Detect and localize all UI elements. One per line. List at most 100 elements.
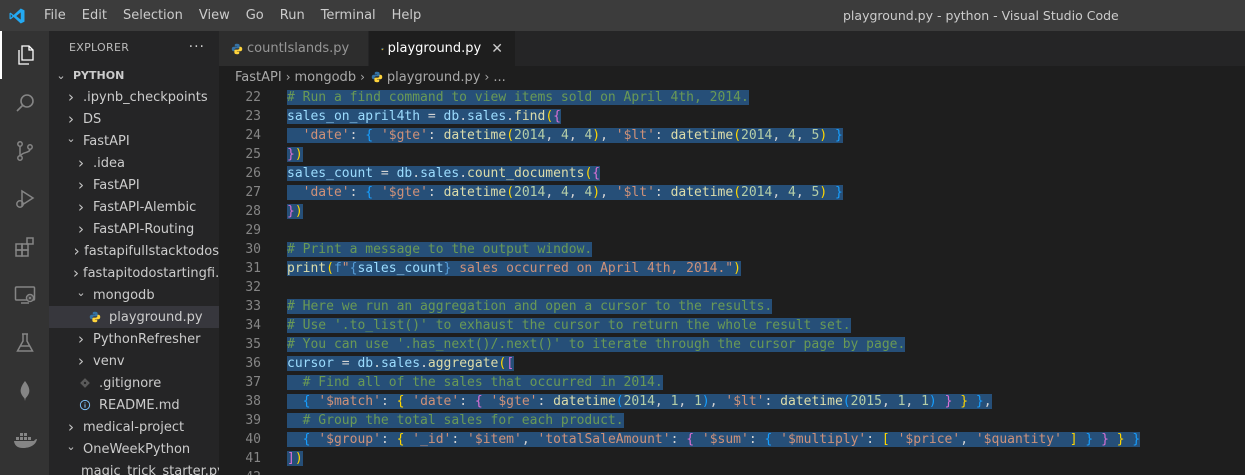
code-token: }	[287, 147, 295, 162]
menu-item-terminal[interactable]: Terminal	[313, 0, 384, 31]
tree-item-fastapifullstacktodos[interactable]: › fastapifullstacktodos	[49, 240, 219, 262]
testing-icon[interactable]	[0, 319, 49, 367]
chevron-right-icon: ›	[73, 242, 80, 260]
code-line[interactable]: 42	[219, 468, 1245, 475]
code-line[interactable]: 30 # Print a message to the output window…	[219, 240, 1245, 259]
code-token: :	[349, 185, 366, 200]
code-text: # You can use '.has_next()/.next()' to i…	[287, 335, 906, 354]
code-text: { '$group': { '_id': '$item', 'totalSale…	[287, 430, 1141, 449]
code-line[interactable]: 25})	[219, 145, 1245, 164]
tree-item-label: FastAPI	[93, 177, 140, 193]
tree-item-ipynb-checkpoints[interactable]: › .ipynb_checkpoints	[49, 86, 219, 108]
tree-item-idea[interactable]: › .idea	[49, 152, 219, 174]
code-token: (	[842, 394, 851, 409]
more-actions-icon[interactable]: ···	[189, 39, 205, 55]
source-control-icon[interactable]	[0, 127, 49, 175]
tree-item-medical-project[interactable]: › medical-project	[49, 416, 219, 438]
code-token: )	[701, 394, 710, 409]
tab-countislands[interactable]: countIslands.py	[219, 31, 369, 66]
code-token: ,	[521, 432, 538, 447]
run-debug-icon[interactable]	[0, 175, 49, 223]
code-token: sales_on_april4th	[287, 109, 421, 124]
tree-item-label: mongodb	[93, 287, 155, 303]
workspace-root-python[interactable]: ⌄ PYTHON	[49, 64, 219, 86]
code-token: {	[365, 128, 374, 143]
chevron-right-icon: ›	[78, 198, 84, 216]
breadcrumb-item-fastapi[interactable]: FastAPI	[235, 70, 282, 85]
close-icon[interactable]: ✕	[491, 41, 503, 57]
docker-icon[interactable]	[0, 415, 49, 463]
tree-item-gitignore[interactable]: .gitignore	[49, 372, 219, 394]
editor-tab-bar: countIslands.py playground.py ✕	[219, 31, 1245, 66]
code-line[interactable]: 26 sales_count = db.sales.count_documents…	[219, 164, 1245, 183]
code-token: (	[615, 394, 624, 409]
tab-playground[interactable]: playground.py ✕	[369, 31, 516, 66]
code-token: :	[670, 432, 687, 447]
line-number: 22	[245, 90, 261, 105]
code-token: 4	[560, 185, 569, 200]
tree-item-magic-trick-starter-py[interactable]: magic_trick_starter.py	[49, 460, 219, 475]
code-token: =	[373, 166, 397, 181]
code-token: ,	[905, 394, 922, 409]
tree-item-readme-md[interactable]: README.md	[49, 394, 219, 416]
mongodb-icon[interactable]	[0, 367, 49, 415]
code-text: print(f"{sales_count} sales occurred on …	[287, 259, 741, 278]
tree-item-mongodb[interactable]: ⌄ mongodb	[49, 284, 219, 306]
code-token: ,	[600, 128, 616, 143]
code-line[interactable]: 27 'date': { '$gte': datetime(2014, 4, 4…	[219, 183, 1245, 202]
tree-item-label: .ipynb_checkpoints	[83, 89, 208, 105]
tree-item-oneweekpython[interactable]: ⌄ OneWeekPython	[49, 438, 219, 460]
breadcrumb-item-symbols[interactable]: ...	[493, 70, 505, 85]
code-line[interactable]: 41])	[219, 449, 1245, 468]
menu-item-run[interactable]: Run	[272, 0, 313, 31]
menu-item-view[interactable]: View	[191, 0, 238, 31]
code-token: '$quantity'	[975, 432, 1062, 447]
menu-item-help[interactable]: Help	[384, 0, 430, 31]
code-text: })	[287, 145, 303, 164]
code-line[interactable]: 37 # Find all of the sales that occurred…	[219, 373, 1245, 392]
tree-item-fastapi[interactable]: › FastAPI	[49, 174, 219, 196]
tree-item-venv[interactable]: › venv	[49, 350, 219, 372]
code-line[interactable]: 40 { '$group': { '_id': '$item', 'totalS…	[219, 430, 1245, 449]
tree-item-fastapi-routing[interactable]: › FastAPI-Routing	[49, 218, 219, 240]
tree-item-ds[interactable]: › DS	[49, 108, 219, 130]
explorer-icon[interactable]	[0, 31, 49, 79]
chevron-right-icon: ›	[484, 70, 490, 84]
menu-item-edit[interactable]: Edit	[74, 0, 115, 31]
tree-item-fastapitodostartingfi[interactable]: › fastapitodostartingfi...	[49, 262, 219, 284]
tree-item-fastapi-alembic[interactable]: › FastAPI-Alembic	[49, 196, 219, 218]
menu-item-go[interactable]: Go	[238, 0, 272, 31]
code-line[interactable]: 32	[219, 278, 1245, 297]
code-line[interactable]: 35 # You can use '.has_next()/.next()' to…	[219, 335, 1245, 354]
tree-item-fastapi[interactable]: ⌄ FastAPI	[49, 130, 219, 152]
code-line[interactable]: 38 { '$match': { 'date': { '$gte': datet…	[219, 392, 1245, 411]
extensions-icon[interactable]	[0, 223, 49, 271]
code-line[interactable]: 22 # Run a find command to view items sol…	[219, 88, 1245, 107]
breadcrumb-item-mongodb[interactable]: mongodb	[295, 70, 357, 85]
code-line[interactable]: 34 # Use '.to_list()' to exhaust the curs…	[219, 316, 1245, 335]
code-line[interactable]: 29	[219, 221, 1245, 240]
remote-explorer-icon[interactable]	[0, 271, 49, 319]
tree-item-pythonrefresher[interactable]: › PythonRefresher	[49, 328, 219, 350]
menu-item-selection[interactable]: Selection	[115, 0, 191, 31]
code-line[interactable]: 31 print(f"{sales_count} sales occurred o…	[219, 259, 1245, 278]
code-line[interactable]: 33 # Here we run an aggregation and open …	[219, 297, 1245, 316]
code-line[interactable]: 28})	[219, 202, 1245, 221]
menu-item-file[interactable]: File	[36, 0, 74, 31]
code-line[interactable]: 23 sales_on_april4th = db.sales.find({	[219, 107, 1245, 126]
code-line[interactable]: 24 'date': { '$gte': datetime(2014, 4, 4…	[219, 126, 1245, 145]
code-line[interactable]: 39 # Group the total sales for each prod…	[219, 411, 1245, 430]
code-line[interactable]: 36 cursor = db.sales.aggregate([	[219, 354, 1245, 373]
code-token: }	[960, 394, 969, 409]
tree-item-playground-py[interactable]: playground.py	[49, 306, 219, 328]
search-icon[interactable]	[0, 79, 49, 127]
code-token: db	[443, 109, 460, 124]
line-number: 26	[245, 166, 261, 181]
code-editor[interactable]: 22 # Run a find command to view items sol…	[219, 88, 1245, 475]
breadcrumb-item-file[interactable]: playground.py	[387, 70, 481, 85]
line-number: 29	[245, 223, 261, 238]
